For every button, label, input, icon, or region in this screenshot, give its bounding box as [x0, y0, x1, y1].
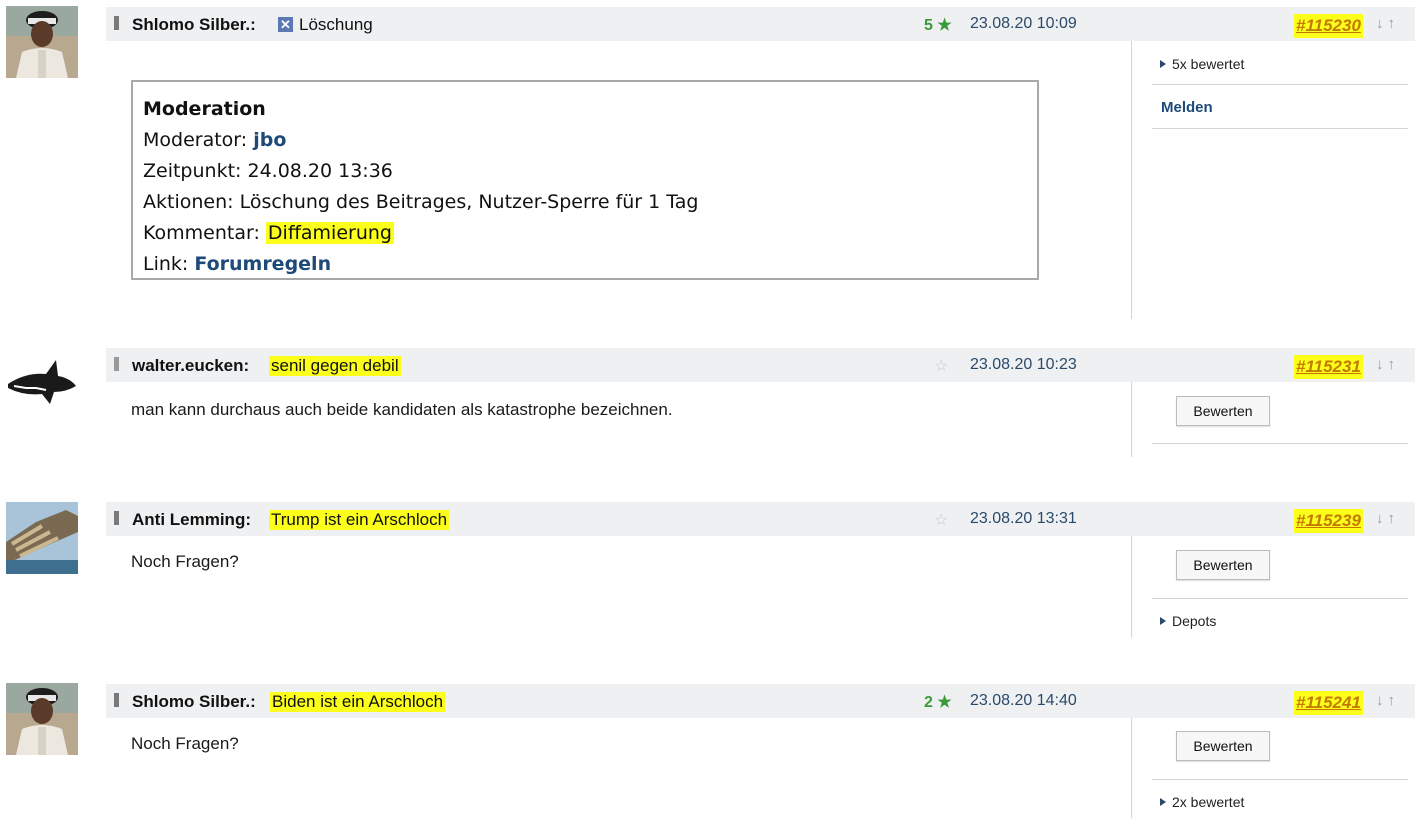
time-value: 24.08.20 13:36 [247, 160, 393, 182]
rating-count: 5 ★ [924, 15, 952, 35]
author-name[interactable]: walter.eucken: [132, 356, 249, 376]
rated-toggle[interactable]: 5x bewertet [1160, 56, 1244, 72]
rating-count: 2 ★ [924, 692, 952, 712]
star-icon: ★ [937, 694, 952, 711]
depots-label: Depots [1172, 613, 1217, 629]
comment-label: Kommentar: [143, 222, 260, 244]
rating-value: 2 [924, 694, 933, 711]
post-marker [114, 693, 119, 707]
post-header: Shlomo Silber.: Biden ist ein Arschloch … [106, 684, 1415, 718]
star-outline-icon[interactable]: ☆ [934, 356, 948, 376]
post-body: Noch Fragen? [131, 734, 239, 753]
divider [1152, 779, 1408, 780]
post-marker [114, 511, 119, 525]
nav-arrows-icon[interactable]: ↓↑ [1376, 15, 1399, 32]
moderation-heading: Moderation [143, 98, 266, 120]
star-outline-icon[interactable]: ☆ [934, 510, 948, 530]
avatar[interactable] [6, 6, 78, 78]
actions-label: Aktionen: [143, 191, 234, 213]
triangle-right-icon [1160, 617, 1166, 625]
moderator-label: Moderator: [143, 129, 248, 151]
triangle-right-icon [1160, 798, 1166, 806]
link-label: Link: [143, 253, 189, 275]
author-name[interactable]: Anti Lemming: [132, 510, 251, 530]
post-marker [114, 16, 119, 30]
post-header: Anti Lemming: Trump ist ein Arschloch ☆ … [106, 502, 1415, 536]
post-body: man kann durchaus auch beide kandidaten … [131, 400, 673, 419]
moderator-line: Moderator: jbo [143, 125, 1027, 156]
avatar[interactable] [6, 683, 78, 755]
post-id-link[interactable]: #115241 [1294, 691, 1363, 715]
nav-arrows-icon[interactable]: ↓↑ [1376, 510, 1399, 527]
author-name[interactable]: Shlomo Silber.: [132, 692, 256, 712]
forum-rules-link[interactable]: Forumregeln [194, 253, 331, 275]
author-name[interactable]: Shlomo Silber.: [132, 15, 256, 35]
avatar[interactable] [6, 502, 78, 574]
post-date: 23.08.20 10:23 [970, 356, 1077, 373]
rate-button[interactable]: Bewerten [1176, 396, 1270, 426]
time-label: Zeitpunkt: [143, 160, 242, 182]
actions-line: Aktionen: Löschung des Beitrages, Nutzer… [143, 187, 1027, 218]
rated-label: 5x bewertet [1172, 56, 1245, 72]
moderation-box: Moderation Moderator: jbo Zeitpunkt: 24.… [131, 80, 1039, 280]
post-title[interactable]: ✕ Löschung [278, 15, 373, 35]
sidebar-divider [1131, 382, 1132, 457]
sidebar-divider [1131, 718, 1132, 818]
star-icon: ★ [937, 17, 952, 34]
moderator-link[interactable]: jbo [253, 129, 286, 151]
post-id-link[interactable]: #115230 [1294, 14, 1363, 38]
nav-arrows-icon[interactable]: ↓↑ [1376, 692, 1399, 709]
rate-button[interactable]: Bewerten [1176, 731, 1270, 761]
post-title[interactable]: senil gegen debil [269, 356, 401, 376]
divider [1152, 598, 1408, 599]
triangle-right-icon [1160, 60, 1166, 68]
post-marker [114, 357, 119, 371]
avatar[interactable] [6, 348, 78, 420]
rating-value: 5 [924, 17, 933, 34]
post-header: walter.eucken: senil gegen debil ☆ 23.08… [106, 348, 1415, 382]
divider [1152, 84, 1408, 85]
comment-value: Diffamierung [265, 222, 394, 244]
nav-arrows-icon[interactable]: ↓↑ [1376, 356, 1399, 373]
divider [1152, 443, 1408, 444]
post-date: 23.08.20 13:31 [970, 510, 1077, 527]
post-id-link[interactable]: #115231 [1294, 355, 1363, 379]
depots-toggle[interactable]: Depots [1160, 613, 1216, 629]
deleted-icon: ✕ [278, 17, 293, 32]
rated-toggle[interactable]: 2x bewertet [1160, 794, 1244, 810]
time-line: Zeitpunkt: 24.08.20 13:36 [143, 156, 1027, 187]
sidebar-divider [1131, 41, 1132, 319]
post-title[interactable]: Trump ist ein Arschloch [269, 510, 450, 530]
actions-value: Löschung des Beitrages, Nutzer-Sperre fü… [239, 191, 699, 213]
report-link[interactable]: Melden [1161, 99, 1213, 116]
post-body: Noch Fragen? [131, 552, 239, 571]
comment-line: Kommentar: Diffamierung [143, 218, 1027, 249]
link-line: Link: Forumregeln [143, 249, 1027, 280]
post-title[interactable]: Biden ist ein Arschloch [270, 692, 446, 712]
sidebar-divider [1131, 536, 1132, 638]
post-title-text: Löschung [299, 15, 373, 34]
post-id-link[interactable]: #115239 [1294, 509, 1363, 533]
post-date: 23.08.20 10:09 [970, 15, 1077, 32]
rated-label: 2x bewertet [1172, 794, 1245, 810]
post-date: 23.08.20 14:40 [970, 692, 1077, 709]
post-header: Shlomo Silber.: ✕ Löschung 5 ★ 23.08.20 1… [106, 7, 1415, 41]
divider [1152, 128, 1408, 129]
rate-button[interactable]: Bewerten [1176, 550, 1270, 580]
